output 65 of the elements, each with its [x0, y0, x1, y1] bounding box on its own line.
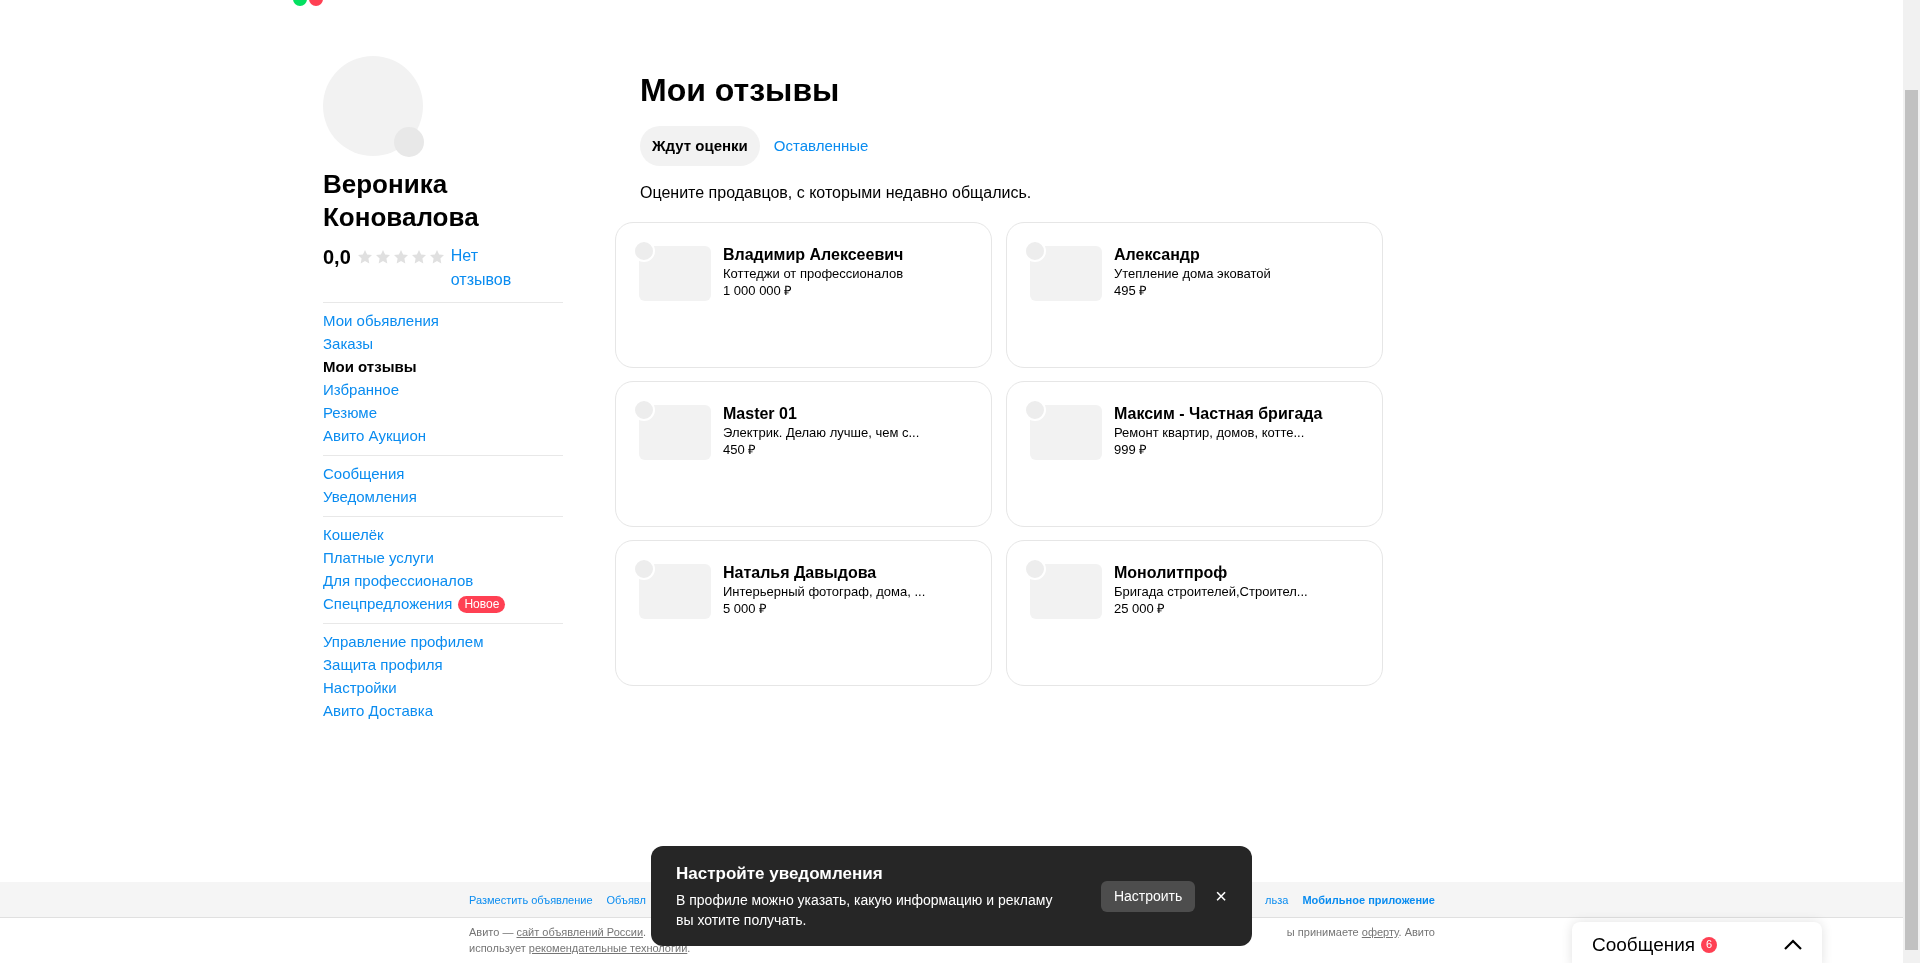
- seller-price: 450 ₽: [723, 441, 758, 458]
- menu-link[interactable]: Резюме: [323, 402, 377, 425]
- footer-link[interactable]: Разместить объявление: [469, 891, 593, 909]
- footer-link[interactable]: льза: [1265, 891, 1289, 909]
- seller-name: Александр: [1114, 245, 1201, 265]
- seller-card[interactable]: Владимир Алексеевич Коттеджи от профессионалов 1 000 000 ₽: [615, 222, 992, 368]
- legal-text: ы принимаете оферту. Авито: [1286, 925, 1435, 940]
- seller-description: Коттеджи от профессионалов: [723, 265, 904, 282]
- tab[interactable]: Оставленные: [761, 126, 881, 166]
- scrollbar[interactable]: [1903, 0, 1920, 963]
- menu-link[interactable]: Платные услуги: [323, 547, 434, 570]
- messages-widget[interactable]: Сообщения 6: [1572, 922, 1822, 963]
- menu-link[interactable]: Авито Аукцион: [323, 425, 427, 448]
- app-link[interactable]: Мобильное приложение: [1302, 891, 1435, 909]
- legal-text: использует рекомендательные технологии.: [469, 942, 691, 954]
- seller-card[interactable]: Master 01 Электрик. Делаю лучше, чем с... 450 ₽: [615, 381, 992, 527]
- menu-link[interactable]: Авито Доставка: [323, 700, 433, 723]
- toast-title: Настройте уведомления: [676, 863, 884, 885]
- page-title: Мои отзывы: [640, 71, 841, 110]
- toast-text: В профиле можно указать, какую информацию и рекламу вы хотите получать.: [676, 891, 1054, 930]
- menu-link[interactable]: Уведомления: [323, 486, 417, 509]
- seller-description: Утепление дома эковатой: [1114, 265, 1271, 282]
- seller-card[interactable]: Монолитпроф Бригада строителей,Строител... 25 000 ₽: [1006, 540, 1383, 686]
- seller-price: 495 ₽: [1114, 282, 1149, 299]
- menu-link[interactable]: Управление профилем: [323, 631, 484, 654]
- legal-text: Авито — сайт объявлений России.: [469, 925, 647, 940]
- profile-name: Вероника Коновалова: [323, 168, 480, 234]
- new-badge: Новое: [458, 596, 506, 613]
- seller-name: Максим - Частная бригада: [1114, 404, 1323, 424]
- menu-link[interactable]: Кошелёк: [323, 524, 384, 547]
- tab[interactable]: Ждут оценки: [640, 126, 760, 166]
- configure-button[interactable]: Настроить: [1100, 880, 1196, 912]
- legal-link[interactable]: оферту: [1361, 926, 1399, 938]
- seller-price: 25 000 ₽: [1114, 600, 1167, 617]
- seller-price: 5 000 ₽: [723, 600, 769, 617]
- menu-link[interactable]: Мои обьявления: [323, 310, 439, 333]
- menu-link[interactable]: Избранное: [323, 379, 400, 402]
- seller-card[interactable]: Наталья Давыдова Интерьерный фотограф, дома, ... 5 000 ₽: [615, 540, 992, 686]
- seller-card[interactable]: Александр Утепление дома эковатой 495 ₽: [1006, 222, 1383, 368]
- seller-description: Электрик. Делаю лучше, чем с...: [723, 424, 920, 441]
- messages-label: Сообщения: [1592, 932, 1696, 957]
- seller-price: 999 ₽: [1114, 441, 1149, 458]
- menu-link[interactable]: Заказы: [323, 333, 374, 356]
- seller-card[interactable]: Максим - Частная бригада Ремонт квартир, домов, котте... 999 ₽: [1006, 381, 1383, 527]
- seller-name: Владимир Алексеевич: [723, 245, 904, 265]
- close-button[interactable]: ×: [1215, 886, 1227, 906]
- reviews-link[interactable]: Нет отзывов: [450, 244, 521, 292]
- menu-link[interactable]: Спецпредложения: [323, 593, 453, 616]
- menu-link[interactable]: Настройки: [323, 677, 397, 700]
- hint-text: Оцените продавцов, с которыми недавно общались.: [640, 183, 1033, 203]
- seller-name: Master 01: [723, 404, 798, 424]
- menu-link[interactable]: Для профессионалов: [323, 570, 474, 593]
- seller-name: Наталья Давыдова: [723, 563, 878, 583]
- menu-link[interactable]: Мои отзывы: [323, 356, 417, 379]
- seller-description: Бригада строителей,Строител...: [1114, 583, 1308, 600]
- seller-name: Монолитпроф: [1114, 563, 1229, 583]
- seller-price: 1 000 000 ₽: [723, 282, 794, 299]
- footer-link[interactable]: Объявл: [606, 891, 646, 909]
- menu-link[interactable]: Сообщения: [323, 463, 405, 486]
- rating-value: 0,0: [323, 245, 351, 270]
- menu-link[interactable]: Защита профиля: [323, 654, 443, 677]
- unread-count: 6: [1701, 936, 1718, 953]
- seller-description: Ремонт квартир, домов, котте...: [1114, 424, 1306, 441]
- chevron-up-icon[interactable]: [1784, 939, 1802, 950]
- seller-description: Интерьерный фотограф, дома, ...: [723, 583, 926, 600]
